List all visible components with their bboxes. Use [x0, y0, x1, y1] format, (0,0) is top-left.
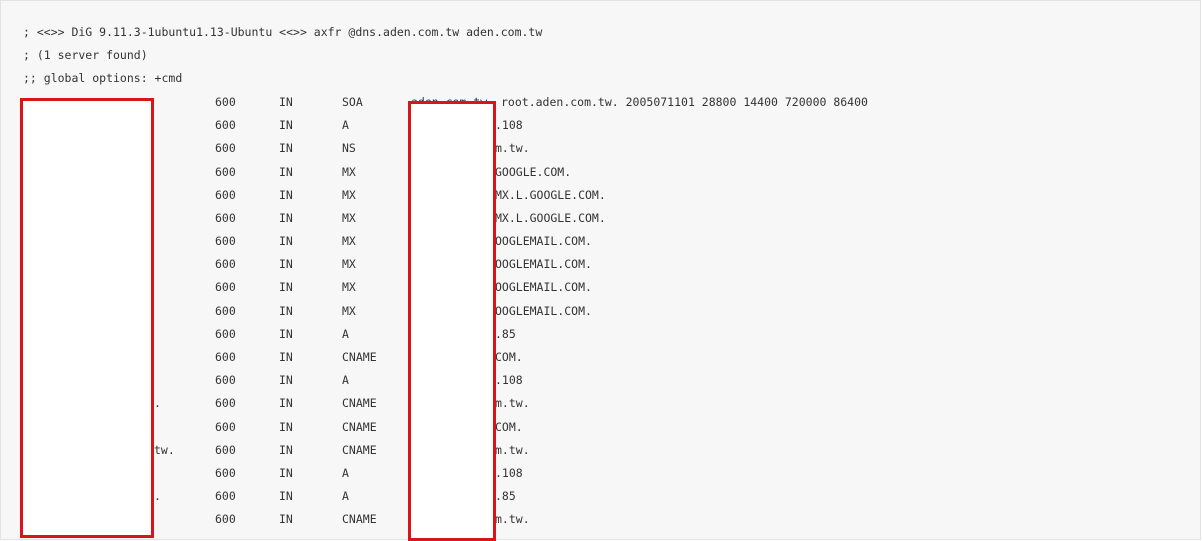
- record-type: MX: [342, 165, 356, 179]
- record-ttl: 600: [215, 118, 236, 132]
- record-data: MX.L.GOOGLE.COM.: [495, 188, 606, 202]
- record-type: MX: [342, 211, 356, 225]
- record-data: .85: [495, 327, 516, 341]
- record-ttl: 600: [215, 489, 236, 503]
- dig-command-line: ; <<>> DiG 9.11.3-1ubuntu1.13-Ubuntu <<>…: [23, 25, 543, 39]
- record-ttl: 600: [215, 188, 236, 202]
- record-type: NS: [342, 141, 356, 155]
- record-type: SOA: [342, 95, 363, 109]
- record-class: IN: [279, 257, 293, 271]
- record-type: CNAME: [342, 396, 377, 410]
- record-data: OOGLEMAIL.COM.: [495, 257, 592, 271]
- record-class: IN: [279, 165, 293, 179]
- record-type: A: [342, 373, 349, 387]
- record-type: MX: [342, 257, 356, 271]
- record-type: CNAME: [342, 420, 377, 434]
- record-host: .: [154, 396, 161, 410]
- record-ttl: 600: [215, 443, 236, 457]
- record-class: IN: [279, 95, 293, 109]
- record-ttl: 600: [215, 234, 236, 248]
- record-class: IN: [279, 443, 293, 457]
- record-class: IN: [279, 280, 293, 294]
- record-ttl: 600: [215, 466, 236, 480]
- record-ttl: 600: [215, 350, 236, 364]
- record-data: .108: [495, 466, 523, 480]
- record-type: MX: [342, 188, 356, 202]
- record-ttl: 600: [215, 373, 236, 387]
- record-data: OOGLEMAIL.COM.: [495, 304, 592, 318]
- record-type: CNAME: [342, 350, 377, 364]
- record-data: OOGLEMAIL.COM.: [495, 280, 592, 294]
- record-type: MX: [342, 280, 356, 294]
- dig-output-panel: ; <<>> DiG 9.11.3-1ubuntu1.13-Ubuntu <<>…: [0, 0, 1201, 541]
- record-class: IN: [279, 489, 293, 503]
- record-type: A: [342, 118, 349, 132]
- record-ttl: 600: [215, 304, 236, 318]
- hostname-redaction-box: [20, 98, 154, 538]
- record-ttl: 600: [215, 280, 236, 294]
- record-type: A: [342, 466, 349, 480]
- record-host: .: [154, 489, 161, 503]
- record-class: IN: [279, 373, 293, 387]
- record-data: .108: [495, 118, 523, 132]
- record-data: COM.: [495, 350, 523, 364]
- server-count-line: ; (1 server found): [23, 48, 148, 62]
- record-ttl: 600: [215, 211, 236, 225]
- record-data: GOOGLE.COM.: [495, 165, 572, 179]
- record-data: m.tw.: [495, 443, 530, 457]
- record-host: tw.: [154, 443, 175, 457]
- record-type: A: [342, 489, 349, 503]
- record-data: m.tw.: [495, 396, 530, 410]
- record-class: IN: [279, 141, 293, 155]
- record-data: COM.: [495, 420, 523, 434]
- record-ttl: 600: [215, 257, 236, 271]
- record-class: IN: [279, 396, 293, 410]
- record-class: IN: [279, 327, 293, 341]
- record-class: IN: [279, 420, 293, 434]
- record-data: OOGLEMAIL.COM.: [495, 234, 592, 248]
- record-type: MX: [342, 304, 356, 318]
- record-class: IN: [279, 304, 293, 318]
- record-class: IN: [279, 234, 293, 248]
- global-options-line: ;; global options: +cmd: [23, 71, 183, 85]
- record-ttl: 600: [215, 396, 236, 410]
- record-ttl: 600: [215, 165, 236, 179]
- record-type: MX: [342, 234, 356, 248]
- record-ttl: 600: [215, 420, 236, 434]
- record-data: .85: [495, 489, 516, 503]
- record-ttl: 600: [215, 95, 236, 109]
- record-data: .108: [495, 373, 523, 387]
- record-class: IN: [279, 188, 293, 202]
- record-ttl: 600: [215, 327, 236, 341]
- record-class: IN: [279, 466, 293, 480]
- record-class: IN: [279, 350, 293, 364]
- record-class: IN: [279, 118, 293, 132]
- record-data: MX.L.GOOGLE.COM.: [495, 211, 606, 225]
- record-data: m.tw.: [495, 141, 530, 155]
- record-type: A: [342, 327, 349, 341]
- record-type: CNAME: [342, 443, 377, 457]
- record-class: IN: [279, 211, 293, 225]
- record-ttl: 600: [215, 141, 236, 155]
- data-redaction-box: [408, 101, 496, 541]
